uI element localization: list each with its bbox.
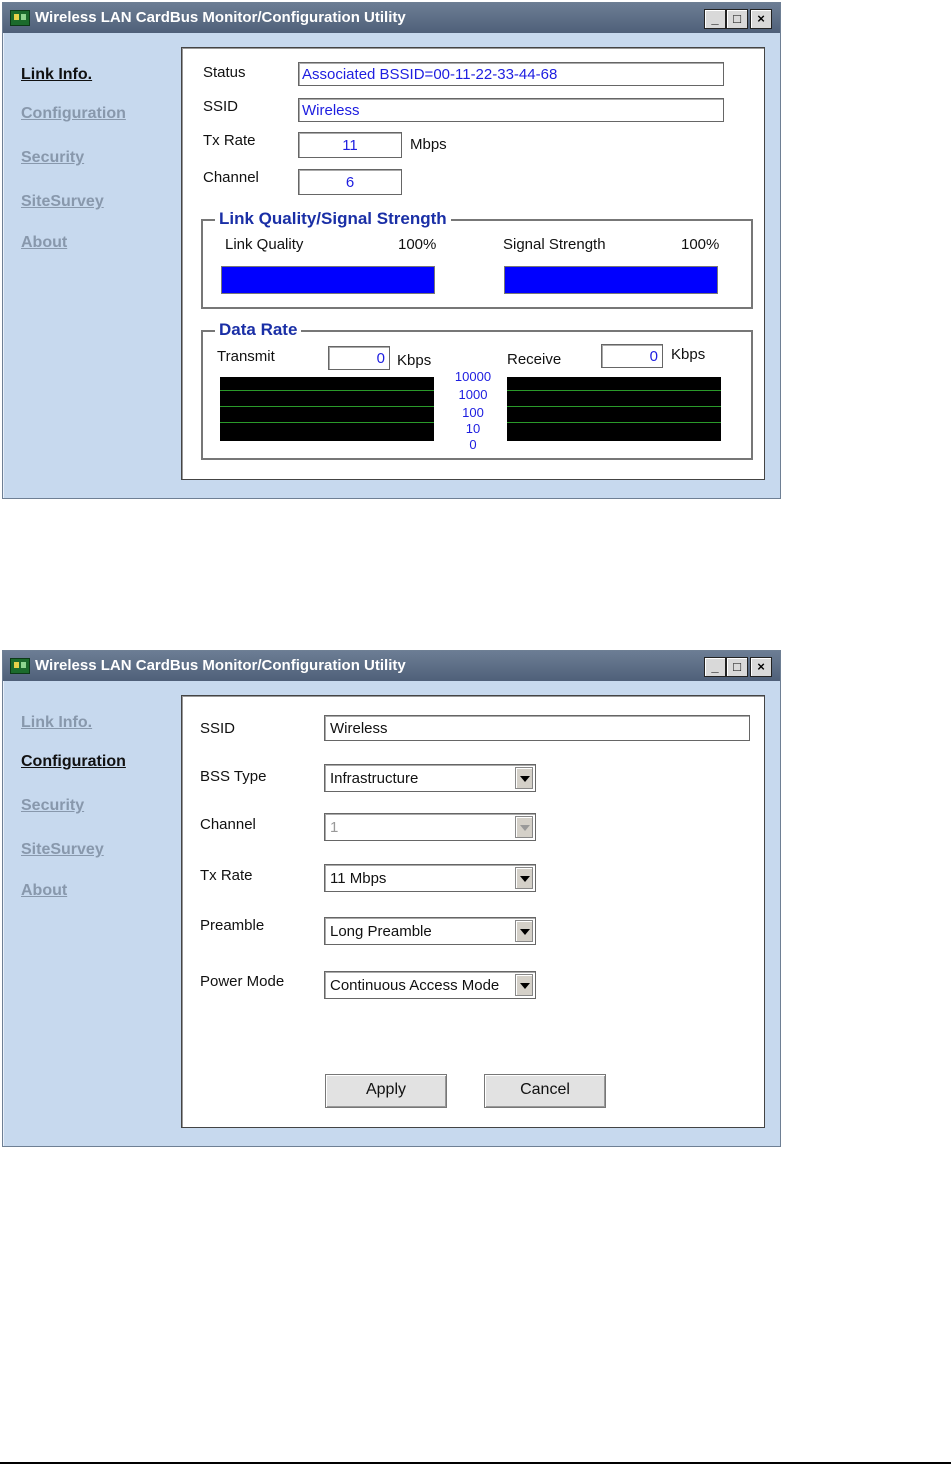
- signal-strength-bar: [504, 266, 718, 294]
- txrate-label: Tx Rate: [200, 867, 253, 884]
- txrate-label: Tx Rate: [203, 132, 256, 149]
- receive-label: Receive: [507, 351, 562, 368]
- scale-label: 0: [469, 437, 477, 452]
- txrate-unit: Mbps: [410, 136, 447, 153]
- configuration-window: Wireless LAN CardBus Monitor/Configurati…: [2, 650, 781, 1147]
- power-mode-value: Continuous Access Mode: [330, 977, 500, 994]
- nav-link-info[interactable]: Link Info.: [21, 714, 92, 732]
- nav-link-info[interactable]: Link Info.: [21, 66, 92, 84]
- preamble-value: Long Preamble: [330, 923, 432, 940]
- ssid-input[interactable]: Wireless: [324, 715, 750, 741]
- app-icon: [10, 658, 30, 674]
- maximize-button[interactable]: □: [726, 9, 748, 29]
- receive-unit: Kbps: [671, 346, 706, 363]
- nav-configuration[interactable]: Configuration: [21, 105, 126, 123]
- channel-value: 1: [330, 819, 339, 836]
- link-info-window: Wireless LAN CardBus Monitor/Configurati…: [2, 2, 781, 499]
- bss-type-select[interactable]: Infrastructure: [324, 764, 536, 792]
- power-mode-label: Power Mode: [200, 973, 285, 990]
- nav-configuration[interactable]: Configuration: [21, 753, 126, 771]
- graph-gridline: [507, 422, 721, 423]
- link-quality-bar-fill: [222, 267, 434, 293]
- data-rate-group: Data Rate Transmit 0 Kbps Receive 0 Kbps…: [201, 320, 753, 460]
- nav-sitesurvey[interactable]: SiteSurvey: [21, 841, 104, 859]
- channel-label: Channel: [203, 169, 259, 186]
- link-quality-value: 100%: [398, 236, 437, 253]
- bss-type-label: BSS Type: [200, 768, 267, 785]
- chevron-down-icon[interactable]: [515, 974, 533, 996]
- link-info-panel: Status Associated BSSID=00-11-22-33-44-6…: [181, 47, 765, 480]
- channel-select: 1: [324, 813, 536, 841]
- bss-type-value: Infrastructure: [330, 770, 419, 787]
- window-title: Wireless LAN CardBus Monitor/Configurati…: [35, 9, 406, 26]
- nav-security[interactable]: Security: [21, 797, 84, 815]
- status-label: Status: [203, 64, 246, 81]
- ssid-label: SSID: [200, 720, 236, 737]
- nav-about[interactable]: About: [21, 882, 67, 900]
- window-title: Wireless LAN CardBus Monitor/Configurati…: [35, 657, 406, 674]
- ssid-label: SSID: [203, 98, 239, 115]
- nav-about[interactable]: About: [21, 234, 67, 252]
- link-quality-group-title: Link Quality/Signal Strength: [215, 209, 451, 229]
- txrate-value: 11 Mbps: [330, 870, 387, 887]
- power-mode-select[interactable]: Continuous Access Mode: [324, 971, 536, 999]
- graph-gridline: [507, 390, 721, 391]
- receive-field: 0: [601, 344, 663, 368]
- close-button[interactable]: ×: [750, 657, 772, 677]
- link-quality-group: Link Quality/Signal Strength Link Qualit…: [201, 209, 753, 309]
- scale-label: 1000: [458, 387, 488, 402]
- chevron-down-icon: [515, 816, 533, 838]
- channel-field: 6: [298, 169, 402, 195]
- apply-button[interactable]: Apply: [325, 1074, 447, 1108]
- minimize-button[interactable]: _: [704, 657, 726, 677]
- transmit-unit: Kbps: [397, 352, 432, 369]
- txrate-select[interactable]: 11 Mbps: [324, 864, 536, 892]
- transmit-label: Transmit: [217, 348, 275, 365]
- nav-sitesurvey[interactable]: SiteSurvey: [21, 193, 104, 211]
- link-quality-bar: [221, 266, 435, 294]
- scale-label: 100: [462, 405, 484, 420]
- maximize-button[interactable]: □: [726, 657, 748, 677]
- signal-strength-bar-fill: [505, 267, 717, 293]
- graph-gridline: [220, 406, 434, 407]
- transmit-field: 0: [328, 346, 390, 370]
- close-button[interactable]: ×: [750, 9, 772, 29]
- scale-label: 10: [465, 421, 481, 436]
- title-bar: Wireless LAN CardBus Monitor/Configurati…: [3, 651, 780, 681]
- chevron-down-icon[interactable]: [515, 920, 533, 942]
- graph-gridline: [220, 390, 434, 391]
- title-bar: Wireless LAN CardBus Monitor/Configurati…: [3, 3, 780, 33]
- configuration-panel: SSID Wireless BSS Type Infrastructure Ch…: [181, 695, 765, 1128]
- link-quality-label: Link Quality: [225, 236, 304, 253]
- signal-strength-value: 100%: [681, 236, 720, 253]
- preamble-label: Preamble: [200, 917, 265, 934]
- status-field: Associated BSSID=00-11-22-33-44-68: [298, 62, 724, 86]
- graph-gridline: [507, 406, 721, 407]
- scale-label: 10000: [454, 369, 492, 384]
- app-icon: [10, 10, 30, 26]
- data-rate-group-title: Data Rate: [215, 320, 302, 340]
- signal-strength-label: Signal Strength: [503, 236, 606, 253]
- minimize-button[interactable]: _: [704, 9, 726, 29]
- graph-gridline: [220, 422, 434, 423]
- channel-label: Channel: [200, 816, 256, 833]
- transmit-graph: [220, 377, 434, 441]
- ssid-field: Wireless: [298, 98, 724, 122]
- preamble-select[interactable]: Long Preamble: [324, 917, 536, 945]
- txrate-field: 11: [298, 132, 402, 158]
- chevron-down-icon[interactable]: [515, 867, 533, 889]
- chevron-down-icon[interactable]: [515, 767, 533, 789]
- page-divider: [0, 1462, 951, 1464]
- nav-security[interactable]: Security: [21, 149, 84, 167]
- receive-graph: [507, 377, 721, 441]
- cancel-button[interactable]: Cancel: [484, 1074, 606, 1108]
